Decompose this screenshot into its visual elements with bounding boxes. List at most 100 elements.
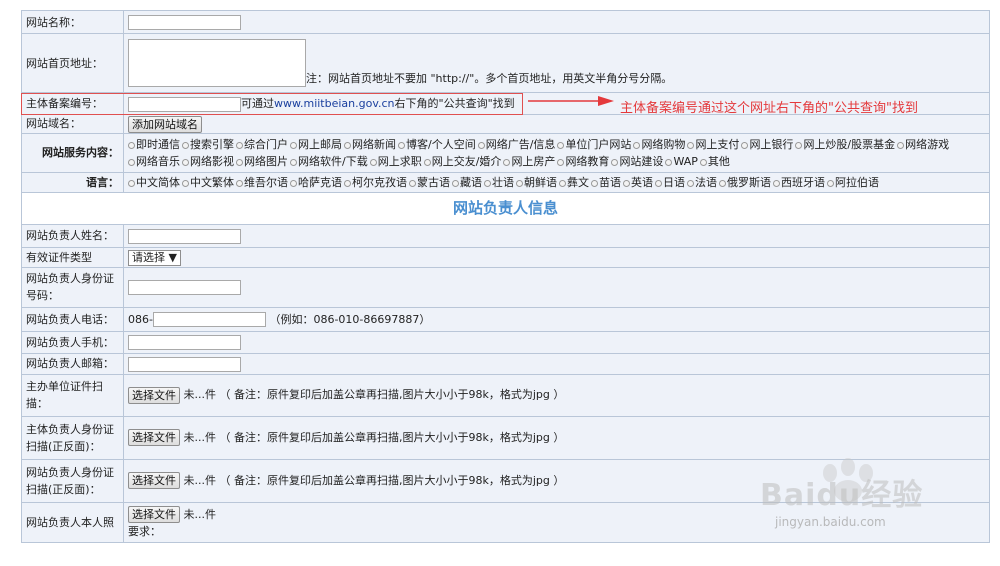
service-option[interactable]: 网络教育	[557, 153, 609, 170]
mobile-input[interactable]	[128, 335, 241, 350]
email-input[interactable]	[128, 356, 241, 372]
radio-icon[interactable]	[344, 179, 351, 187]
radio-icon[interactable]	[623, 179, 630, 187]
service-option[interactable]: 网站建设	[611, 153, 663, 170]
service-option[interactable]: 其他	[699, 153, 730, 170]
service-option[interactable]: 搜索引擎	[182, 136, 234, 153]
radio-icon[interactable]	[503, 158, 511, 166]
radio-icon[interactable]	[665, 158, 673, 166]
language-option[interactable]: 壮语	[484, 174, 514, 191]
radio-icon[interactable]	[423, 158, 431, 166]
radio-icon[interactable]	[477, 141, 485, 149]
radio-icon[interactable]	[795, 141, 803, 149]
service-option[interactable]: 单位门户网站	[557, 136, 631, 153]
radio-icon[interactable]	[484, 179, 491, 187]
radio-icon[interactable]	[182, 141, 189, 149]
language-option[interactable]: 阿拉伯语	[827, 174, 879, 191]
service-option[interactable]: 网上银行	[741, 136, 793, 153]
language-option[interactable]: 蒙古语	[409, 174, 450, 191]
service-option[interactable]: 网上求职	[369, 153, 422, 170]
radio-icon[interactable]	[633, 141, 641, 149]
language-option[interactable]: 朝鲜语	[516, 174, 557, 191]
radio-icon[interactable]	[557, 158, 565, 166]
org-scan-file-button[interactable]: 选择文件	[128, 386, 180, 404]
service-option[interactable]: 网上房产	[503, 153, 555, 170]
service-option[interactable]: 网络图片	[236, 153, 288, 170]
radio-icon[interactable]	[699, 158, 707, 166]
record-no-input[interactable]	[128, 96, 241, 112]
miitbeian-link[interactable]: www.miitbeian.gov.cn	[274, 97, 395, 110]
radio-icon[interactable]	[773, 179, 780, 187]
language-option[interactable]: 日语	[655, 174, 685, 191]
service-option[interactable]: WAP	[665, 153, 698, 170]
site-id-scan-file-button[interactable]: 选择文件	[128, 472, 180, 490]
radio-icon[interactable]	[290, 158, 297, 166]
radio-icon[interactable]	[516, 179, 523, 187]
service-option-label: 综合门户	[244, 137, 288, 151]
language-option[interactable]: 中文简体	[128, 174, 180, 191]
radio-icon[interactable]	[687, 179, 694, 187]
subject-id-scan-file-button[interactable]: 选择文件	[128, 429, 180, 447]
language-option[interactable]: 俄罗斯语	[719, 174, 771, 191]
radio-icon[interactable]	[290, 141, 297, 149]
service-option[interactable]: 即时通信	[128, 136, 180, 153]
service-option[interactable]: 网络新闻	[344, 136, 396, 153]
service-option[interactable]: 网络影视	[182, 153, 234, 170]
photo-file-button[interactable]: 选择文件	[128, 506, 180, 523]
radio-icon[interactable]	[452, 179, 459, 187]
service-option[interactable]: 网上交友/婚介	[423, 153, 501, 170]
radio-icon[interactable]	[827, 179, 834, 187]
service-option[interactable]: 网络购物	[633, 136, 685, 153]
radio-icon[interactable]	[236, 158, 243, 166]
radio-icon[interactable]	[236, 141, 243, 149]
language-option[interactable]: 西班牙语	[773, 174, 825, 191]
radio-icon[interactable]	[369, 158, 377, 166]
language-option[interactable]: 柯尔克孜语	[344, 174, 407, 191]
radio-icon[interactable]	[409, 179, 416, 187]
radio-icon[interactable]	[591, 179, 598, 187]
phone-input[interactable]	[152, 312, 266, 327]
person-name-input[interactable]	[128, 228, 241, 244]
service-option[interactable]: 博客/个人空间	[398, 136, 476, 153]
language-option-label: 彝文	[567, 175, 589, 189]
service-option[interactable]: 网络游戏	[897, 136, 949, 153]
radio-icon[interactable]	[128, 158, 135, 166]
radio-icon[interactable]	[611, 158, 619, 166]
language-option[interactable]: 藏语	[452, 174, 482, 191]
homepage-textarea[interactable]	[128, 39, 306, 87]
service-option[interactable]: 网上邮局	[290, 136, 342, 153]
radio-icon[interactable]	[655, 179, 662, 187]
radio-icon[interactable]	[687, 141, 695, 149]
radio-icon[interactable]	[182, 179, 189, 187]
service-option[interactable]: 网络软件/下载	[290, 153, 368, 170]
language-option[interactable]: 彝文	[559, 174, 589, 191]
radio-icon[interactable]	[128, 141, 135, 149]
add-domain-button[interactable]: 添加网站域名	[128, 115, 202, 133]
service-option[interactable]: 网上炒股/股票基金	[795, 136, 895, 153]
radio-icon[interactable]	[741, 141, 749, 149]
radio-icon[interactable]	[559, 179, 566, 187]
language-option[interactable]: 法语	[687, 174, 717, 191]
service-option[interactable]: 综合门户	[236, 136, 288, 153]
radio-icon[interactable]	[290, 179, 297, 187]
radio-icon[interactable]	[236, 179, 243, 187]
language-option[interactable]: 苗语	[591, 174, 621, 191]
language-option[interactable]: 维吾尔语	[236, 174, 288, 191]
radio-icon[interactable]	[557, 141, 565, 149]
language-option[interactable]: 哈萨克语	[290, 174, 342, 191]
language-option[interactable]: 中文繁体	[182, 174, 234, 191]
language-option[interactable]: 英语	[623, 174, 653, 191]
service-option[interactable]: 网络音乐	[128, 153, 180, 170]
radio-icon[interactable]	[398, 141, 405, 149]
id-no-input[interactable]	[128, 280, 241, 295]
radio-icon[interactable]	[344, 141, 351, 149]
radio-icon[interactable]	[128, 179, 135, 187]
language-option-label: 维吾尔语	[244, 175, 288, 189]
radio-icon[interactable]	[182, 158, 189, 166]
service-option[interactable]: 网络广告/信息	[477, 136, 555, 153]
site-name-input[interactable]	[128, 15, 241, 30]
radio-icon[interactable]	[719, 179, 726, 187]
id-type-select[interactable]: 请选择 ▼	[128, 249, 181, 266]
service-option[interactable]: 网上支付	[687, 136, 739, 153]
radio-icon[interactable]	[897, 141, 905, 149]
